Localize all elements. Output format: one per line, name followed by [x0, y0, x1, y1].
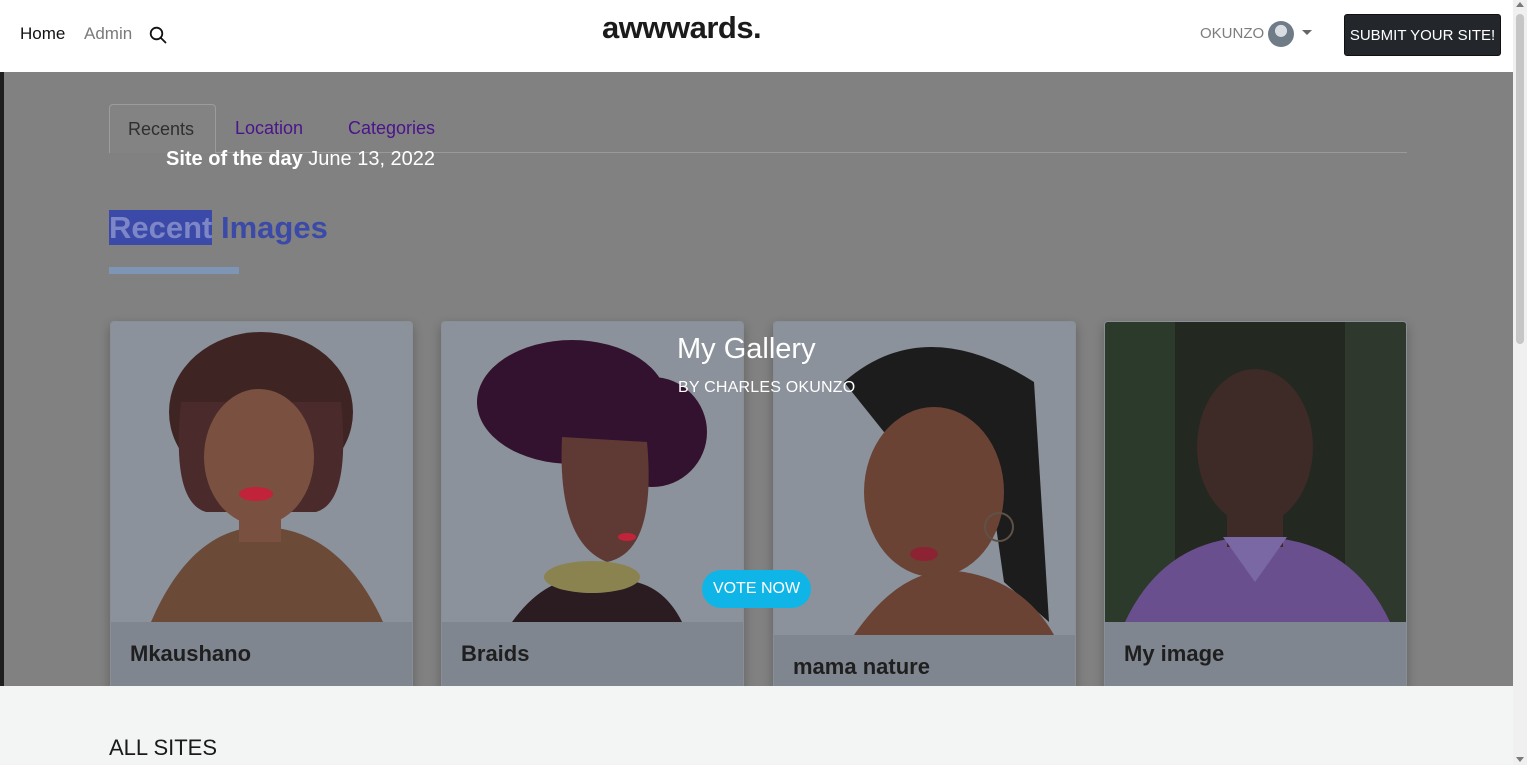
card-image[interactable] [442, 322, 743, 622]
scrollbar-thumb[interactable] [1516, 14, 1524, 344]
site-of-the-day-date: June 13, 2022 [308, 148, 436, 170]
search-icon[interactable] [149, 26, 167, 44]
section-heading: Recent Images [109, 210, 328, 246]
card-title[interactable]: My image [1124, 641, 1224, 667]
chevron-down-icon[interactable] [1302, 30, 1312, 35]
tab-location[interactable]: Location [217, 104, 321, 153]
user-menu-name[interactable]: OKUNZO [1200, 25, 1264, 42]
vertical-scrollbar[interactable] [1513, 0, 1527, 765]
gallery-title: My Gallery [677, 333, 816, 365]
card-title[interactable]: Mkaushano [130, 641, 251, 667]
scroll-up-arrow-icon[interactable] [1516, 2, 1524, 7]
submit-site-button[interactable]: SUBMIT YOUR SITE! [1344, 14, 1501, 56]
card-title[interactable]: mama nature [793, 654, 930, 680]
heading-selected-word: Recent [109, 210, 213, 245]
image-card[interactable]: Braids [441, 321, 744, 686]
image-card[interactable]: Mkaushano [110, 321, 413, 686]
tab-categories[interactable]: Categories [330, 104, 453, 153]
top-navbar: Home Admin awwwards. OKUNZO SUBMIT YOUR … [0, 0, 1513, 72]
heading-underline [109, 267, 239, 274]
vote-now-button[interactable]: VOTE NOW [702, 570, 811, 608]
image-card[interactable]: My image [1104, 321, 1407, 686]
site-of-the-day-label: Site of the day [166, 148, 303, 170]
brand-logo[interactable]: awwwards. [602, 10, 762, 46]
card-image[interactable] [774, 322, 1075, 635]
gallery-author: BY CHARLES OKUNZO [678, 379, 856, 396]
tab-bar: Recents Location Categories [109, 104, 1407, 153]
card-image[interactable] [111, 322, 412, 622]
avatar[interactable] [1268, 21, 1294, 47]
card-image[interactable] [1105, 322, 1406, 622]
heading-word: Images [221, 210, 328, 245]
card-title[interactable]: Braids [461, 641, 529, 667]
tab-recents[interactable]: Recents [109, 104, 216, 153]
nav-home-link[interactable]: Home [20, 24, 65, 44]
all-sites-heading: ALL SITES [109, 735, 218, 760]
nav-admin-link[interactable]: Admin [84, 24, 132, 44]
overlay-left-edge [0, 72, 4, 686]
image-card[interactable]: mama nature [773, 321, 1076, 686]
scroll-down-arrow-icon[interactable] [1516, 757, 1524, 762]
modal-overlay[interactable]: Recents Location Categories Site of the … [0, 72, 1513, 686]
site-of-the-day: Site of the day June 13, 2022 [166, 148, 435, 171]
